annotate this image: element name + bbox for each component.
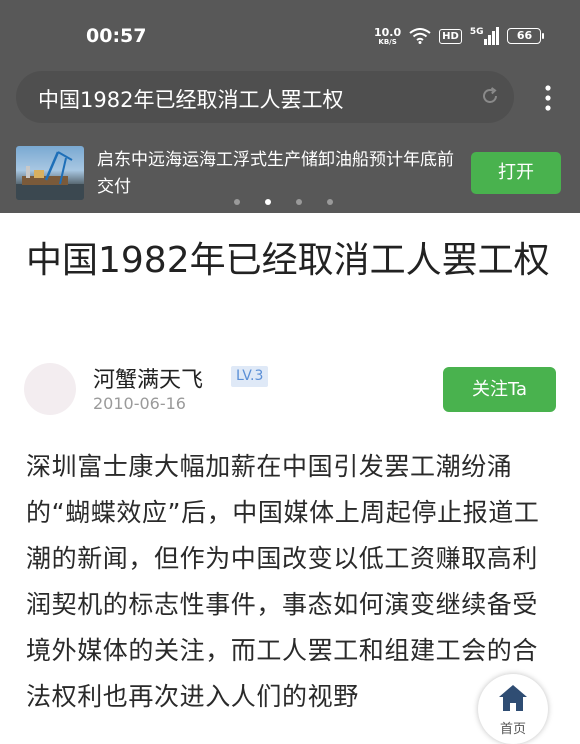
status-time: 00:57 <box>86 25 147 47</box>
publish-date: 2010-06-16 <box>93 394 186 413</box>
net-speed: 10.0 KB/S <box>374 27 401 46</box>
battery-icon: 66 <box>507 28 545 44</box>
carousel-dot-active[interactable] <box>265 199 271 205</box>
carousel-dot[interactable] <box>327 199 333 205</box>
level-badge: LV.3 <box>231 366 269 387</box>
top-header: 00:57 10.0 KB/S HD 5G 66 中国1982年已经取消工人罢工… <box>0 0 580 213</box>
carousel-dots <box>234 199 333 205</box>
status-icons: 10.0 KB/S HD 5G 66 <box>374 24 545 48</box>
more-vertical-icon[interactable] <box>538 84 558 112</box>
hd-badge: HD <box>439 28 462 44</box>
crane-ship-image <box>16 151 84 200</box>
home-label: 首页 <box>499 722 526 737</box>
search-query[interactable]: 中国1982年已经取消工人罢工权 <box>38 84 343 114</box>
banner-thumbnail[interactable] <box>16 146 84 200</box>
carousel-dot[interactable] <box>296 199 302 205</box>
net-speed-unit: KB/S <box>378 37 397 46</box>
net-speed-value: 10.0 <box>374 25 402 39</box>
follow-button[interactable]: 关注Ta <box>443 367 556 412</box>
refresh-icon[interactable] <box>480 86 500 106</box>
carousel-dot[interactable] <box>234 199 240 205</box>
signal-icon: 5G <box>470 27 500 45</box>
signal-label: 5G <box>469 27 484 37</box>
article-body: 深圳富士康大幅加薪在中国引发罢工潮纷涌的“蝴蝶效应”后，中国媒体上周起停止报道工… <box>26 452 540 711</box>
banner-headline[interactable]: 启东中远海运海工浮式生产储卸油船预计年底前交付 <box>97 147 467 201</box>
home-button[interactable]: 首页 <box>478 674 548 744</box>
wifi-icon <box>409 28 431 44</box>
search-bar[interactable]: 中国1982年已经取消工人罢工权 <box>16 71 514 123</box>
open-app-button[interactable]: 打开 <box>471 152 561 194</box>
author-avatar[interactable] <box>24 363 76 415</box>
author-name[interactable]: 河蟹满天飞 <box>93 362 203 394</box>
article-title: 中国1982年已经取消工人罢工权 <box>26 240 550 281</box>
home-icon <box>499 685 527 711</box>
battery-level: 66 <box>516 29 533 42</box>
